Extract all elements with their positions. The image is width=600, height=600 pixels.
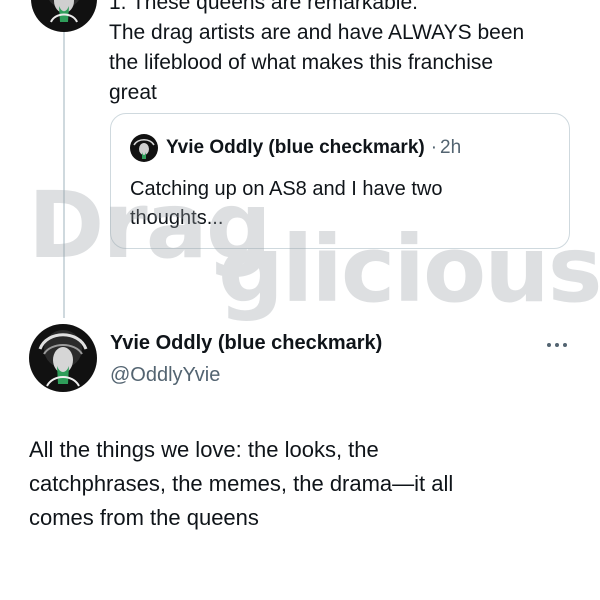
avatar-icon [31, 0, 97, 32]
avatar-icon [29, 324, 97, 392]
author-name[interactable]: Yvie Oddly (blue checkmark) [110, 332, 382, 355]
tweet-line: comes from the queens [29, 505, 259, 530]
quoted-separator: · [430, 137, 438, 158]
thread-tweet-line: The drag artists are and have ALWAYS bee… [109, 21, 525, 44]
avatar-icon [130, 134, 158, 162]
avatar[interactable] [31, 0, 97, 32]
author-handle[interactable]: @OddlyYvie [110, 364, 220, 387]
thread-tweet-line: 1. These queens are remarkable. [109, 0, 418, 14]
more-options-button[interactable] [544, 335, 570, 355]
quoted-timestamp[interactable]: 2h [440, 137, 461, 159]
quoted-tweet-header: Yvie Oddly (blue checkmark) · 2h [130, 134, 461, 162]
quoted-author-name: Yvie Oddly (blue checkmark) [166, 137, 425, 158]
thread-tweet-text: 1. These queens are remarkable. The drag… [109, 0, 579, 108]
thread-tweet-line: the lifeblood of what makes this franchi… [109, 51, 494, 74]
quoted-tweet-text: Catching up on AS8 and I have two though… [130, 175, 550, 233]
bottom-spacer [0, 570, 600, 600]
more-horizontal-icon [547, 343, 567, 347]
tweet-line: All the things we love: the looks, the [29, 437, 379, 462]
quoted-avatar [130, 134, 158, 162]
quoted-tweet-line: thoughts... [130, 207, 224, 229]
tweet-line: catchphrases, the memes, the drama—it al… [29, 471, 454, 496]
thread-tweet-line: great [109, 81, 157, 104]
avatar[interactable] [29, 324, 97, 392]
quoted-tweet-card[interactable]: Yvie Oddly (blue checkmark) · 2h Catchin… [110, 113, 570, 249]
thread-line [63, 28, 65, 318]
quoted-tweet-line: Catching up on AS8 and I have two [130, 178, 443, 200]
tweet-text: All the things we love: the looks, the c… [29, 433, 569, 535]
